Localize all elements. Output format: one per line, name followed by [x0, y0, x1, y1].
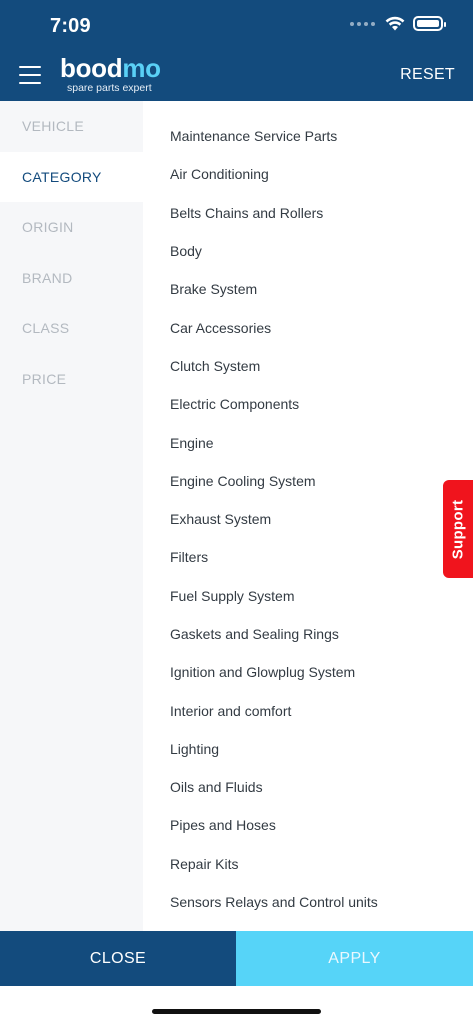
category-item[interactable]: Car Accessories — [143, 308, 473, 346]
category-item[interactable]: Clutch System — [143, 347, 473, 385]
reset-button[interactable]: RESET — [400, 66, 455, 84]
category-item[interactable]: Electric Components — [143, 385, 473, 423]
category-item[interactable]: Gaskets and Sealing Rings — [143, 615, 473, 653]
sidebar-item-class[interactable]: CLASS — [0, 303, 143, 354]
sidebar-item-brand[interactable]: BRAND — [0, 253, 143, 304]
category-item[interactable]: Brake System — [143, 270, 473, 308]
filter-sidebar: VEHICLE CATEGORY ORIGIN BRAND CLASS PRIC… — [0, 101, 143, 931]
category-item[interactable]: Fuel Supply System — [143, 577, 473, 615]
category-item[interactable]: Engine — [143, 423, 473, 461]
signal-dots-icon — [350, 21, 375, 26]
category-item[interactable]: Maintenance Service Parts — [143, 117, 473, 155]
category-item[interactable]: Oils and Fluids — [143, 768, 473, 806]
category-item[interactable]: Repair Kits — [143, 845, 473, 883]
status-icons — [350, 16, 446, 31]
close-button[interactable]: CLOSE — [0, 931, 236, 986]
category-item[interactable]: Exhaust System — [143, 500, 473, 538]
category-item[interactable]: Pipes and Hoses — [143, 806, 473, 844]
category-item[interactable]: Air Conditioning — [143, 155, 473, 193]
hamburger-menu-icon[interactable] — [19, 66, 41, 84]
category-item[interactable]: Body — [143, 232, 473, 270]
category-item[interactable]: Belts Chains and Rollers — [143, 194, 473, 232]
support-tab[interactable]: Support — [443, 480, 473, 578]
home-indicator[interactable] — [152, 1009, 321, 1014]
logo-tagline: spare parts expert — [67, 82, 152, 94]
category-item[interactable]: Ignition and Glowplug System — [143, 653, 473, 691]
support-label: Support — [449, 499, 467, 559]
sidebar-item-origin[interactable]: ORIGIN — [0, 202, 143, 253]
boodmo-logo: boodmo spare parts expert — [60, 54, 161, 94]
status-time: 7:09 — [50, 15, 91, 37]
wifi-icon — [385, 16, 405, 31]
category-item[interactable]: Interior and comfort — [143, 691, 473, 729]
footer-actions: CLOSE APPLY — [0, 931, 473, 986]
sidebar-item-category[interactable]: CATEGORY — [0, 151, 143, 202]
category-item[interactable]: Lighting — [143, 730, 473, 768]
apply-button[interactable]: APPLY — [236, 931, 473, 986]
logo-text-accent: mo — [122, 53, 161, 83]
category-list: Maintenance Service Parts Air Conditioni… — [143, 117, 473, 921]
sidebar-item-vehicle[interactable]: VEHICLE — [0, 101, 143, 152]
battery-icon — [413, 16, 446, 31]
logo-text-primary: bood — [60, 53, 123, 83]
category-item[interactable]: Sensors Relays and Control units — [143, 883, 473, 921]
category-item[interactable]: Filters — [143, 538, 473, 576]
top-bar: 7:09 boodmo spare parts expert RESET — [0, 0, 473, 101]
category-item[interactable]: Engine Cooling System — [143, 462, 473, 500]
sidebar-item-price[interactable]: PRICE — [0, 354, 143, 405]
